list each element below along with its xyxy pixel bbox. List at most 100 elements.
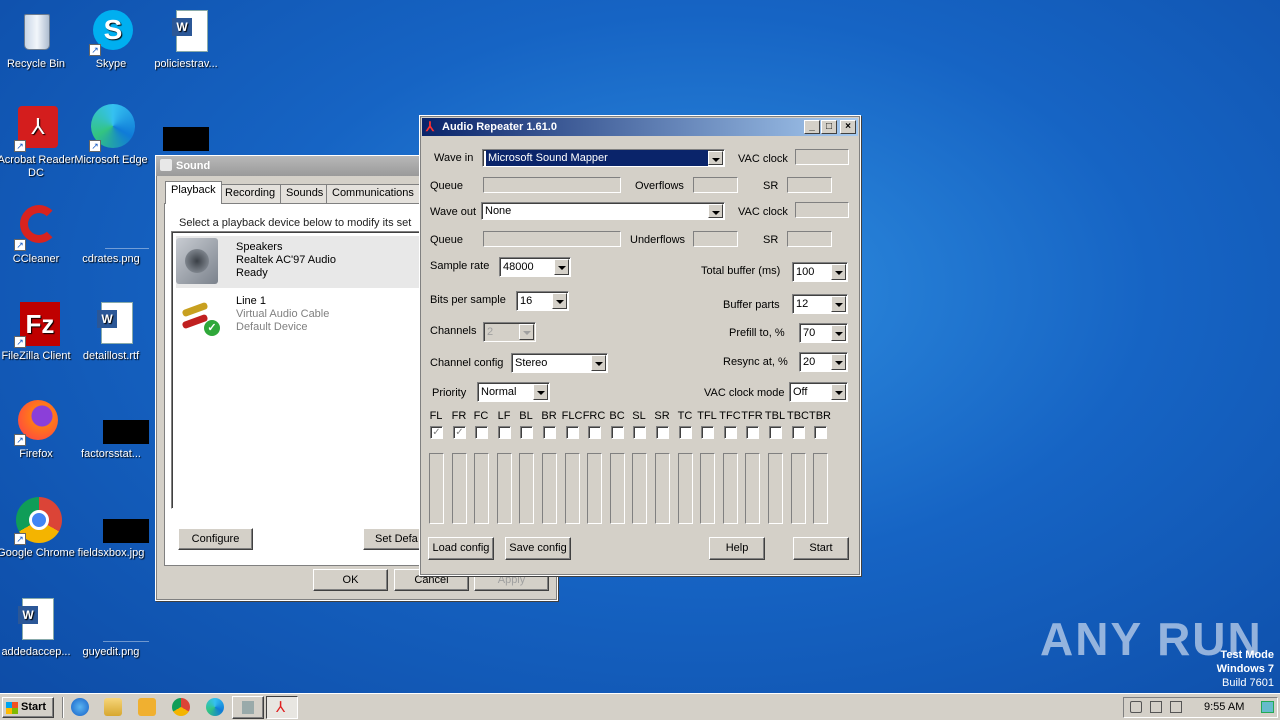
total-buffer-select[interactable]: 100 xyxy=(792,262,848,282)
help-button[interactable]: Help xyxy=(709,537,765,560)
channel-checkbox[interactable] xyxy=(588,426,601,439)
sr-label: SR xyxy=(763,180,779,192)
playback-instruction: Select a playback device below to modify… xyxy=(179,217,412,229)
clock[interactable]: 9:55 AM xyxy=(1204,701,1244,713)
chrome-icon: ↗ xyxy=(12,497,62,545)
overflows-label: Overflows xyxy=(635,180,684,192)
vac-clock-in-field xyxy=(795,149,849,165)
channel-checkbox[interactable]: ✓ xyxy=(453,426,466,439)
dropdown-arrow-icon[interactable] xyxy=(708,151,723,165)
desktop-icon-factorsstat[interactable]: factorsstat... xyxy=(72,398,150,461)
desktop-icon-addedaccep[interactable]: W addedaccep... xyxy=(0,596,75,659)
desktop-icon-detaillost[interactable]: W detaillost.rtf xyxy=(72,300,150,363)
media-player-icon[interactable] xyxy=(138,698,156,716)
sound-task-button[interactable] xyxy=(232,696,264,719)
configure-button[interactable]: Configure xyxy=(178,528,253,550)
bits-per-sample-select[interactable]: 16 xyxy=(516,291,569,311)
channel-checkbox[interactable] xyxy=(475,426,488,439)
channel-config-select[interactable]: Stereo xyxy=(511,353,608,373)
dropdown-arrow-icon[interactable] xyxy=(831,264,846,280)
dropdown-arrow-icon[interactable] xyxy=(533,384,548,400)
channels-select[interactable]: 2 xyxy=(483,322,536,342)
desktop-icon-filezilla[interactable]: Fz ↗ FileZilla Client xyxy=(0,300,75,363)
desktop-icon-cdrates[interactable]: cdrates.png xyxy=(72,203,150,266)
save-config-button[interactable]: Save config xyxy=(505,537,571,560)
filezilla-icon: Fz ↗ xyxy=(12,300,60,348)
channel-checkbox[interactable] xyxy=(566,426,579,439)
channel-checkbox[interactable] xyxy=(611,426,624,439)
minimize-button[interactable]: _ xyxy=(804,120,820,134)
explorer-icon[interactable] xyxy=(104,698,122,716)
channel-checkbox[interactable] xyxy=(520,426,533,439)
edge-taskbar-icon[interactable] xyxy=(206,698,224,716)
dropdown-arrow-icon[interactable] xyxy=(552,293,567,309)
channel-checkbox[interactable] xyxy=(633,426,646,439)
tab-playback[interactable]: Playback xyxy=(165,181,222,204)
desktop-icon-label: Recycle Bin xyxy=(6,58,66,70)
channel-checkbox[interactable] xyxy=(656,426,669,439)
buffer-parts-select[interactable]: 12 xyxy=(792,294,848,314)
chrome-taskbar-icon[interactable] xyxy=(172,698,190,716)
channel-checkbox[interactable] xyxy=(679,426,692,439)
tab-sounds[interactable]: Sounds xyxy=(280,184,330,203)
channel-checkbox[interactable] xyxy=(543,426,556,439)
channel-checkbox[interactable] xyxy=(769,426,782,439)
channel-label: TFC xyxy=(719,410,741,422)
desktop-icon-guyedit[interactable]: guyedit.png xyxy=(72,596,150,659)
device-driver: Virtual Audio Cable xyxy=(236,308,330,320)
overflows-field xyxy=(693,177,738,193)
device-name: Line 1 xyxy=(236,295,266,307)
vac-clock-mode-value: Off xyxy=(793,386,808,398)
sample-rate-select[interactable]: 48000 xyxy=(499,257,571,277)
channel-label: FR xyxy=(451,410,467,422)
action-center-icon[interactable] xyxy=(1170,701,1182,713)
channel-checkbox[interactable] xyxy=(792,426,805,439)
desktop-icon-ccleaner[interactable]: ↗ CCleaner xyxy=(0,203,75,266)
desktop-icon-recycle-bin[interactable]: Recycle Bin xyxy=(0,8,75,71)
resync-select[interactable]: 20 xyxy=(799,352,848,372)
ok-button[interactable]: OK xyxy=(313,569,388,591)
start-menu-button[interactable]: Start xyxy=(2,697,54,718)
dropdown-arrow-icon[interactable] xyxy=(591,355,606,371)
wave-out-select[interactable]: None xyxy=(481,202,725,220)
channel-checkbox[interactable] xyxy=(701,426,714,439)
buffer-parts-value: 12 xyxy=(796,298,809,310)
desktop-icon-skype[interactable]: S ↗ Skype xyxy=(72,8,150,71)
channel-checkbox[interactable]: ✓ xyxy=(430,426,443,439)
channel-checkbox[interactable] xyxy=(498,426,511,439)
channel-checkbox[interactable] xyxy=(724,426,737,439)
close-button[interactable]: × xyxy=(840,120,856,134)
desktop-icon-acrobat[interactable]: ⅄ ↗ Acrobat Reader DC xyxy=(0,104,75,180)
volume-icon[interactable] xyxy=(1130,701,1142,713)
prefill-select[interactable]: 70 xyxy=(799,323,848,343)
priority-select[interactable]: Normal xyxy=(477,382,550,402)
desktop-icon-chrome[interactable]: ↗ Google Chrome xyxy=(0,497,75,560)
ie-icon[interactable] xyxy=(71,698,89,716)
desktop-icon-fieldsxbox[interactable]: fieldsxbox.jpg xyxy=(72,497,150,560)
vac-clock-mode-select[interactable]: Off xyxy=(789,382,848,402)
dropdown-arrow-icon[interactable] xyxy=(831,325,846,341)
dropdown-arrow-icon[interactable] xyxy=(708,204,723,218)
channel-checkbox[interactable] xyxy=(746,426,759,439)
channel-checkbox[interactable] xyxy=(814,426,827,439)
wave-in-select[interactable]: Microsoft Sound Mapper xyxy=(482,149,725,167)
desktop-icon-firefox[interactable]: ↗ Firefox xyxy=(0,398,75,461)
dropdown-arrow-icon[interactable] xyxy=(554,259,569,275)
desktop-icon-policiestrav[interactable]: W policiestrav... xyxy=(147,8,225,71)
network-icon[interactable] xyxy=(1150,701,1162,713)
dropdown-arrow-icon[interactable] xyxy=(831,354,846,370)
load-config-button[interactable]: Load config xyxy=(428,537,494,560)
channel-level-meter xyxy=(519,453,534,524)
tab-communications[interactable]: Communications xyxy=(326,184,420,203)
desktop-icon-edge[interactable]: ↗ Microsoft Edge xyxy=(72,104,150,167)
maximize-button[interactable]: □ xyxy=(821,120,837,134)
speaker-icon xyxy=(242,701,254,714)
dropdown-arrow-icon[interactable] xyxy=(831,384,846,400)
channel-label: TFL xyxy=(697,410,717,422)
tab-recording[interactable]: Recording xyxy=(219,184,282,203)
audio-repeater-task-button[interactable]: ⅄ xyxy=(266,696,298,719)
start-button[interactable]: Start xyxy=(793,537,849,560)
dropdown-arrow-icon[interactable] xyxy=(519,324,534,340)
dropdown-arrow-icon[interactable] xyxy=(831,296,846,312)
show-desktop-icon[interactable] xyxy=(1261,701,1274,713)
